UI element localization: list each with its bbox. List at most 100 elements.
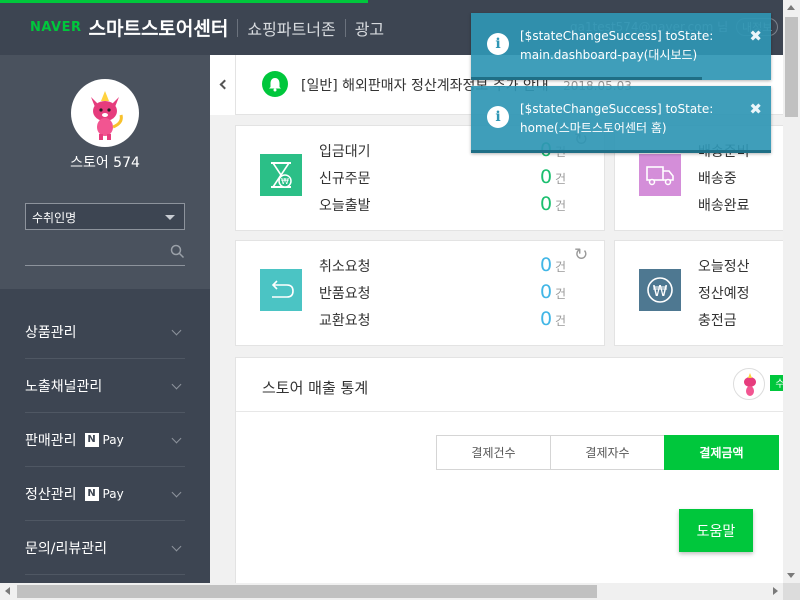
sidebar-item-product[interactable]: 상품관리 <box>25 305 185 359</box>
row-label: 입금대기 <box>319 144 371 160</box>
npay-badge: N Pay <box>84 486 124 501</box>
store-avatar[interactable] <box>71 79 139 147</box>
row-unit: 건 <box>555 260 567 274</box>
row-label: 배송완료 <box>698 198 750 214</box>
scroll-left-icon[interactable] <box>5 587 10 595</box>
npay-n-icon: N <box>84 486 99 501</box>
order-row-today-departure[interactable]: 오늘출발 0 건 <box>319 193 566 217</box>
sidebar-item-sales[interactable]: 판매관리 N Pay <box>25 413 185 467</box>
tab-payment-amount[interactable]: 결제금액 <box>664 435 779 470</box>
toast-notification[interactable]: i [$stateChangeSuccess] toState: main.da… <box>471 13 771 80</box>
settle-row-scheduled[interactable]: 정산예정 <box>698 283 783 305</box>
store-sales-stats: 스토어 매출 통계 수 결제건수 결제자수 결제금액 도움말 <box>235 357 783 585</box>
truck-icon <box>639 154 681 196</box>
row-count[interactable]: 0 <box>540 254 552 276</box>
sidebar-item-label: 상품관리 <box>25 324 77 341</box>
npay-badge: N Pay <box>84 432 124 447</box>
row-label: 취소요청 <box>319 259 371 275</box>
stats-title: 스토어 매출 통계 <box>262 379 369 397</box>
tab-payer-count[interactable]: 결제자수 <box>550 435 665 470</box>
row-label: 반품요청 <box>319 286 371 302</box>
naver-logo[interactable]: NAVER <box>30 20 82 35</box>
delivery-row-shipping[interactable]: 배송중 <box>698 168 783 190</box>
svg-text:₩: ₩ <box>281 177 289 186</box>
npay-label: Pay <box>102 432 124 447</box>
row-unit: 건 <box>555 287 567 301</box>
row-count[interactable]: 0 <box>540 281 552 303</box>
chevron-down-icon <box>171 541 182 552</box>
close-icon[interactable]: ✖ <box>749 100 762 118</box>
horizontal-scrollbar[interactable] <box>0 583 783 600</box>
chevron-down-icon <box>171 433 182 444</box>
bell-icon <box>262 71 288 97</box>
sidebar-item-label: 판매관리 <box>25 432 77 449</box>
info-icon: i <box>487 33 509 55</box>
scrollbar-thumb[interactable] <box>785 17 798 117</box>
claim-row-return[interactable]: 반품요청 0 건 <box>319 281 566 305</box>
sidebar-search-input[interactable] <box>25 238 185 266</box>
row-unit: 건 <box>555 172 567 186</box>
advertising-link[interactable]: 광고 <box>355 16 384 40</box>
sidebar-item-label: 문의/리뷰관리 <box>25 540 107 557</box>
row-count[interactable]: 0 <box>540 193 552 215</box>
shopping-partner-zone-link[interactable]: 쇼핑파트너존 <box>247 16 335 40</box>
scrollbar-thumb[interactable] <box>17 585 597 598</box>
loading-progress-bar <box>0 0 368 3</box>
refresh-icon[interactable]: ↻ <box>574 245 588 265</box>
row-label: 정산예정 <box>698 286 750 302</box>
help-button[interactable]: 도움말 <box>679 509 753 552</box>
claim-row-exchange[interactable]: 교환요청 0 건 <box>319 308 566 332</box>
divider <box>236 411 783 412</box>
sidebar-item-label: 노출채널관리 <box>25 378 103 395</box>
settle-row-charge[interactable]: 충전금 <box>698 310 783 332</box>
divider <box>344 18 346 37</box>
settlement-card: ₩ 오늘정산 정산예정 충전금 <box>614 240 783 346</box>
sidebar-item-settlement[interactable]: 정산관리 N Pay <box>25 467 185 521</box>
chevron-down-icon <box>171 487 182 498</box>
settle-row-today[interactable]: 오늘정산 <box>698 256 783 278</box>
sidebar: 스토어 574 수취인명 상품관리 노출채널관리 판매관리 N Pay 정산관리… <box>0 55 210 585</box>
stats-side-tab[interactable]: 수 <box>770 375 783 391</box>
scrollbar-corner <box>783 583 800 600</box>
won-coin-icon: ₩ <box>639 269 681 311</box>
row-count[interactable]: 0 <box>540 308 552 330</box>
vertical-scrollbar[interactable] <box>783 0 800 583</box>
row-label: 신규주문 <box>319 171 371 187</box>
brand: NAVER 스마트스토어센터 쇼핑파트너존 광고 <box>30 14 384 41</box>
npay-n-icon: N <box>84 432 99 447</box>
sidebar-menu: 상품관리 노출채널관리 판매관리 N Pay 정산관리 N Pay 문의/리뷰관… <box>25 305 185 575</box>
sidebar-item-channel[interactable]: 노출채널관리 <box>25 359 185 413</box>
order-row-new-orders[interactable]: 신규주문 0 건 <box>319 166 566 190</box>
info-icon: i <box>487 106 509 128</box>
delivery-row-delivered[interactable]: 배송완료 <box>698 195 783 217</box>
sidebar-collapse-button[interactable] <box>210 55 236 115</box>
search-icon[interactable] <box>170 244 185 263</box>
row-unit: 건 <box>555 199 567 213</box>
row-label: 배송중 <box>698 171 737 187</box>
row-count[interactable]: 0 <box>540 166 552 188</box>
smartstore-center-title[interactable]: 스마트스토어센터 <box>89 14 229 41</box>
search-type-select[interactable]: 수취인명 <box>25 203 185 230</box>
scroll-up-icon[interactable] <box>787 5 795 10</box>
tab-payment-count[interactable]: 결제건수 <box>436 435 551 470</box>
row-label: 오늘정산 <box>698 259 750 275</box>
chevron-down-icon <box>171 325 182 336</box>
divider <box>237 18 239 37</box>
claim-row-cancel[interactable]: 취소요청 0 건 <box>319 254 566 278</box>
chevron-down-icon <box>171 379 182 390</box>
toast-notification[interactable]: i [$stateChangeSuccess] toState: home(스마… <box>471 86 771 153</box>
caret-down-icon <box>165 215 175 220</box>
pinkfong-mascot-icon <box>91 91 123 140</box>
store-name: 스토어 574 <box>70 155 140 171</box>
pinkfong-mascot-icon <box>744 373 756 396</box>
stats-avatar <box>733 368 765 400</box>
scroll-down-icon[interactable] <box>787 573 795 578</box>
toast-progress-bar <box>471 150 771 153</box>
stats-tabs: 결제건수 결제자수 결제금액 <box>436 435 779 470</box>
sidebar-item-label: 정산관리 <box>25 486 77 503</box>
toast-message: [$stateChangeSuccess] toState: home(스마트스… <box>520 102 714 135</box>
svg-text:₩: ₩ <box>653 282 668 300</box>
sidebar-item-inquiry-review[interactable]: 문의/리뷰관리 <box>25 521 185 575</box>
scroll-right-icon[interactable] <box>773 587 778 595</box>
close-icon[interactable]: ✖ <box>749 27 762 45</box>
